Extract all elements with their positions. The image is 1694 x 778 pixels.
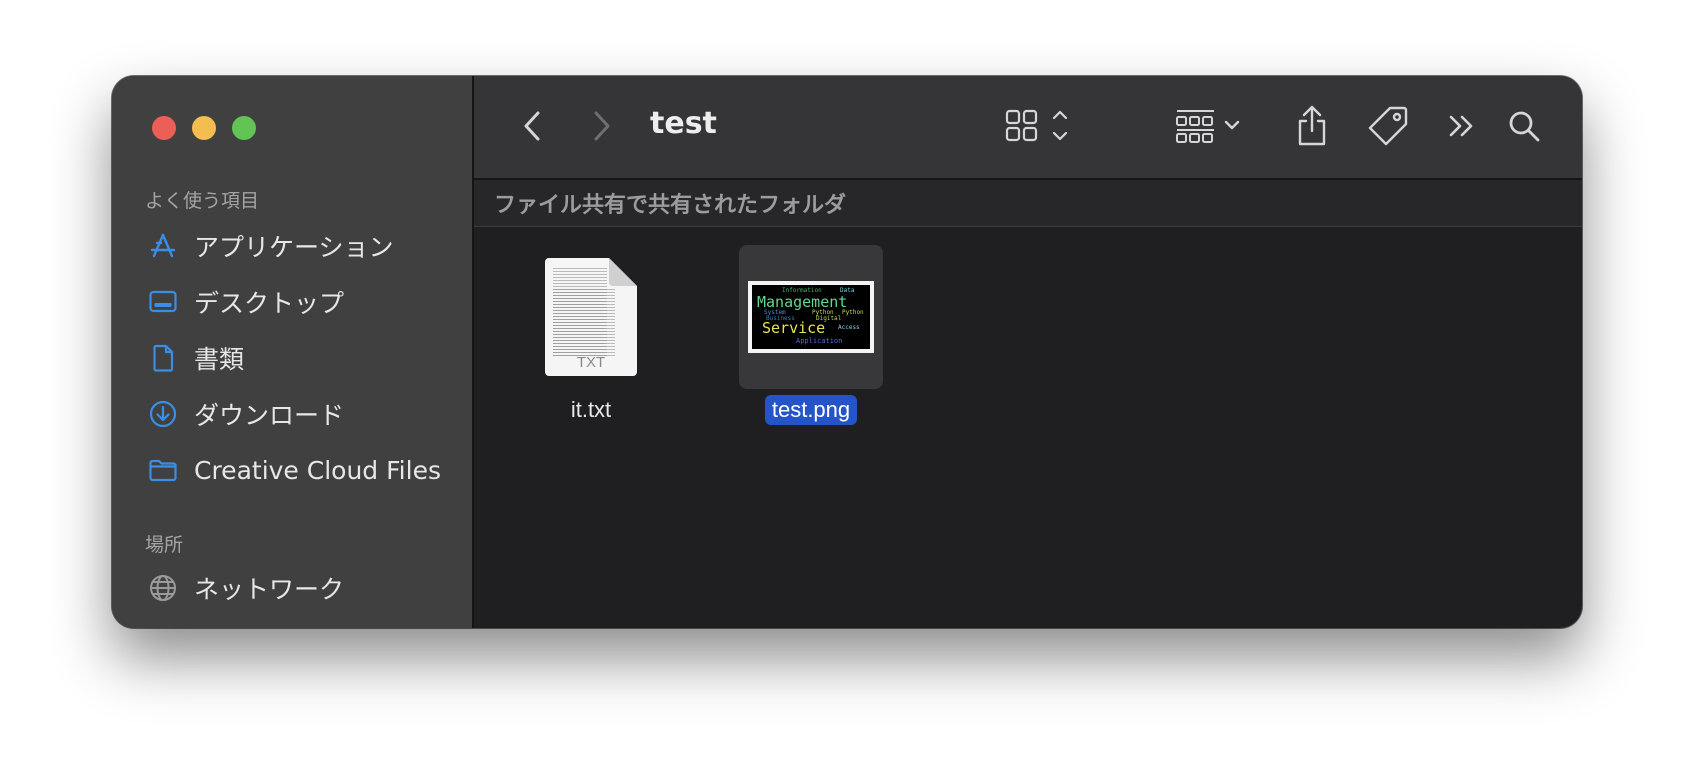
sidebar-item-network[interactable]: ネットワーク — [146, 566, 456, 610]
desktop-icon — [146, 285, 180, 319]
sidebar-item-label: ネットワーク — [194, 575, 345, 604]
share-button[interactable] — [1292, 102, 1332, 150]
sidebar-item-label: アプリケーション — [194, 233, 394, 262]
file-name[interactable]: it.txt — [564, 395, 618, 425]
file-thumbnail[interactable]: TXT — [519, 245, 663, 389]
file-name[interactable]: test.png — [764, 395, 858, 425]
back-button[interactable] — [512, 102, 552, 150]
search-icon — [1509, 111, 1540, 142]
favorites-section-title: よく使う項目 — [145, 190, 260, 212]
sidebar-item-label: 書類 — [194, 345, 245, 374]
word: Application — [796, 337, 843, 345]
network-icon — [146, 571, 180, 605]
download-icon — [146, 397, 180, 431]
locations-section-title: 場所 — [145, 534, 184, 556]
sidebar-item-creative-cloud-files[interactable]: Creative Cloud Files — [146, 448, 456, 492]
path-bar: ファイル共有で共有されたフォルダ — [474, 180, 1582, 227]
file-item[interactable]: TXT it.txt — [518, 245, 664, 425]
sidebar-item-downloads[interactable]: ダウンロード — [146, 392, 456, 436]
folder-icon — [146, 453, 180, 487]
toolbar: test — [474, 76, 1582, 180]
applications-icon — [146, 229, 180, 263]
file-type-badge: TXT — [577, 354, 605, 371]
text-file-icon: TXT — [545, 258, 637, 376]
more-button[interactable] — [1442, 102, 1482, 150]
image-thumbnail: Information Data Management System Pytho… — [748, 281, 874, 353]
grid-view-icon — [1005, 109, 1068, 142]
file-thumbnail[interactable]: Information Data Management System Pytho… — [739, 245, 883, 389]
search-button[interactable] — [1504, 102, 1544, 150]
window-title: test — [650, 106, 717, 141]
sidebar-item-label: Creative Cloud Files — [194, 455, 441, 485]
sidebar-item-documents[interactable]: 書類 — [146, 336, 456, 380]
main-pane: test ファイル共有で共有されたフォルダ TXT it.txt Informa… — [474, 76, 1582, 628]
close-button[interactable] — [152, 116, 176, 140]
minimize-button[interactable] — [192, 116, 216, 140]
word: Service — [762, 319, 826, 337]
forward-icon — [594, 111, 610, 141]
file-item-selected[interactable]: Information Data Management System Pytho… — [738, 245, 884, 425]
group-icon — [1176, 110, 1240, 143]
path-bar-label: ファイル共有で共有されたフォルダ — [494, 193, 847, 218]
word: Access — [838, 324, 860, 331]
tag-icon — [1368, 106, 1408, 146]
share-icon — [1298, 105, 1326, 146]
sidebar: よく使う項目 アプリケーション デスクトップ 書類 ダウンロード Creativ… — [112, 76, 474, 628]
sidebar-item-desktop[interactable]: デスクトップ — [146, 280, 456, 324]
finder-window: よく使う項目 アプリケーション デスクトップ 書類 ダウンロード Creativ… — [112, 76, 1582, 628]
back-icon — [524, 111, 540, 141]
sidebar-item-label: ダウンロード — [194, 401, 345, 430]
more-icon — [1449, 115, 1473, 137]
traffic-lights — [152, 116, 256, 140]
document-icon — [146, 341, 180, 375]
sidebar-item-applications[interactable]: アプリケーション — [146, 224, 456, 268]
group-button[interactable] — [1174, 102, 1254, 150]
file-grid: TXT it.txt Information Data Management S… — [474, 227, 1582, 627]
forward-button[interactable] — [582, 102, 622, 150]
view-mode-button[interactable] — [1004, 102, 1084, 150]
zoom-button[interactable] — [232, 116, 256, 140]
word: Management — [757, 293, 848, 311]
tag-button[interactable] — [1364, 102, 1412, 150]
sidebar-item-label: デスクトップ — [194, 289, 345, 318]
word: Python — [842, 309, 864, 316]
